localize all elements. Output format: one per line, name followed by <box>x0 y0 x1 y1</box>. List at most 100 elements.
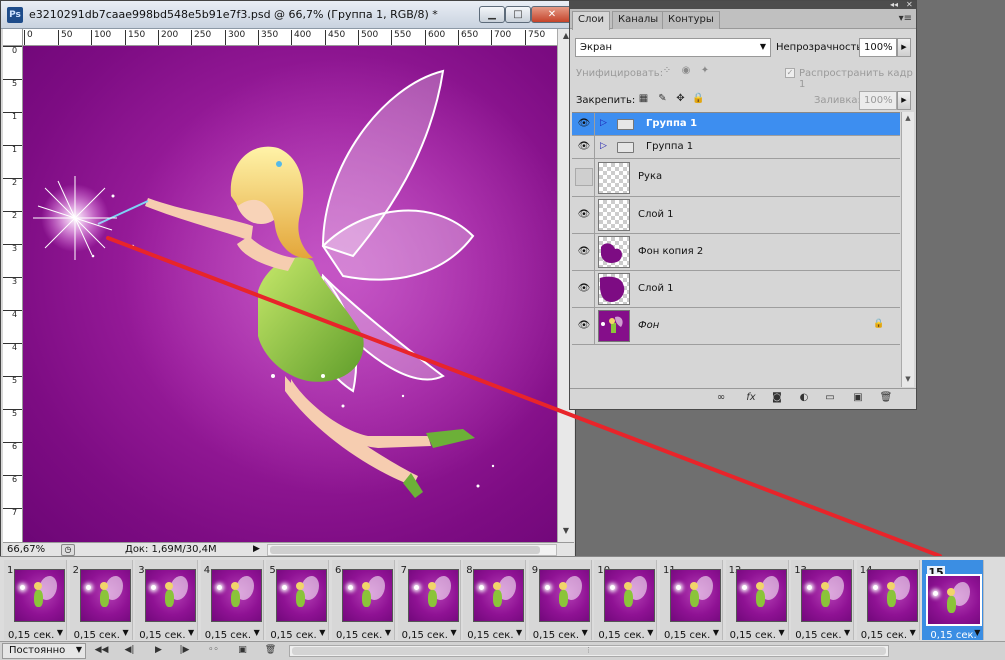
dress-shape <box>947 596 957 613</box>
dress-shape <box>362 590 371 607</box>
frame-thumbnail <box>604 569 656 622</box>
duplicate-frame-icon[interactable]: ▣ <box>234 643 251 659</box>
frame-thumbnail <box>210 569 262 622</box>
loop-options-select[interactable]: Постоянно ▼ <box>2 643 86 659</box>
delay-dropdown-icon[interactable]: ▼ <box>450 628 456 637</box>
frame-thumbnail <box>276 569 328 622</box>
scroll-grip-icon: ⋮ <box>585 646 592 654</box>
animation-frame[interactable]: 2 0,15 сек. ▼ <box>69 560 133 641</box>
delay-dropdown-icon[interactable]: ▼ <box>582 628 588 637</box>
frame-thumbnail <box>801 569 853 622</box>
sparkle-shape <box>741 585 747 590</box>
frame-delay[interactable]: 0,15 сек. <box>74 630 120 641</box>
dress-shape <box>230 590 240 607</box>
frame-number: 6 <box>335 565 342 576</box>
next-frame-icon[interactable]: |▶ <box>176 643 193 659</box>
hair-shape <box>558 582 567 590</box>
animation-panel: 1 0,15 сек. ▼ 2 0,15 сек. ▼ 3 0,15 сек. ▼ 4 0,15 с… <box>0 556 1005 660</box>
frame-delay[interactable]: 0,15 сек. <box>402 630 448 641</box>
previous-frame-icon[interactable]: ◀| <box>121 643 138 659</box>
delay-dropdown-icon[interactable]: ▼ <box>647 628 653 637</box>
play-icon[interactable]: ▶ <box>150 643 167 659</box>
delay-dropdown-icon[interactable]: ▼ <box>516 628 522 637</box>
frame-number: 4 <box>203 565 211 576</box>
delay-dropdown-icon[interactable]: ▼ <box>385 628 391 637</box>
hair-shape <box>362 582 370 590</box>
animation-frame[interactable]: 130,15 сек.▼ <box>791 560 855 641</box>
frame-delay[interactable]: 0,15 сек. <box>139 630 185 641</box>
delay-dropdown-icon[interactable]: ▼ <box>844 628 850 637</box>
animation-frame[interactable]: 6 0,15 сек. ▼ <box>332 560 395 641</box>
first-frame-icon[interactable]: ◀◀ <box>93 643 110 659</box>
delay-dropdown-icon[interactable]: ▼ <box>778 628 784 637</box>
animation-frame[interactable]: 5 0,15 сек. ▼ <box>266 560 330 641</box>
frame-delay[interactable]: 0,15 сек. <box>598 630 644 641</box>
frame-number: 8 <box>466 565 473 576</box>
sparkle-shape <box>544 585 550 590</box>
animation-frame[interactable]: 9 0,15 сек. ▼ <box>528 560 592 641</box>
hair-shape <box>886 582 895 590</box>
dress-shape <box>296 590 306 607</box>
animation-frame[interactable]: 1 0,15 сек. ▼ <box>4 560 67 641</box>
tween-icon[interactable]: ◦◦ <box>205 643 222 659</box>
frame-delay[interactable]: 0,15 сек. <box>730 630 776 641</box>
dress-shape <box>886 590 896 607</box>
dress-shape <box>99 590 109 607</box>
dress-shape <box>427 590 437 607</box>
sparkle-shape <box>413 585 419 590</box>
frame-thumbnail <box>538 569 590 622</box>
animation-frame[interactable]: 8 0,15 сек. ▼ <box>463 560 527 641</box>
animation-frame[interactable]: 7 0,15 сек. ▼ <box>397 560 461 641</box>
animation-frame[interactable]: 4 0,15 сек. ▼ <box>200 560 264 641</box>
animation-frame[interactable]: 100,15 сек.▼ <box>594 560 658 641</box>
animation-frame[interactable]: 120,15 сек.▼ <box>725 560 789 641</box>
delay-dropdown-icon[interactable]: ▼ <box>319 628 325 637</box>
hair-shape <box>427 582 436 590</box>
frame-delay[interactable]: 0,15 сек. <box>270 630 316 641</box>
chevron-down-icon: ▼ <box>75 645 82 654</box>
frame-delay[interactable]: 0,15 сек. <box>205 630 251 641</box>
delay-dropdown-icon[interactable]: ▼ <box>57 628 63 637</box>
frame-delay[interactable]: 0,15 сек. <box>533 630 579 641</box>
delete-frame-icon[interactable]: 🗑 <box>262 643 279 659</box>
frame-thumbnail <box>926 574 983 626</box>
animation-frame[interactable]: 140,15 сек.▼ <box>856 560 920 641</box>
frame-number: 9 <box>531 565 539 576</box>
animation-frame[interactable]: 15 0,15 сек. ▼ <box>922 560 985 641</box>
frame-delay[interactable]: 0,15 сек. <box>336 630 382 641</box>
dress-shape <box>624 590 634 607</box>
frame-delay[interactable]: 0,15 сек. <box>467 630 513 641</box>
frame-number: 1 <box>7 565 14 576</box>
frame-thumbnail <box>866 569 918 622</box>
hair-shape <box>34 582 42 590</box>
delay-dropdown-icon[interactable]: ▼ <box>974 628 980 637</box>
frame-delay[interactable]: 0,15 сек. <box>930 630 976 641</box>
dress-shape <box>493 590 503 607</box>
hair-shape <box>755 582 764 590</box>
hair-shape <box>99 582 108 590</box>
dress-shape <box>821 590 831 607</box>
animation-frame[interactable]: 110,15 сек.▼ <box>660 560 723 641</box>
animation-frame[interactable]: 3 0,15 сек. ▼ <box>135 560 199 641</box>
dress-shape <box>34 590 43 607</box>
dress-shape <box>165 590 175 607</box>
frame-delay[interactable]: 0,15 сек. <box>8 630 54 641</box>
delay-dropdown-icon[interactable]: ▼ <box>188 628 194 637</box>
sparkle-shape <box>676 585 681 590</box>
dress-shape <box>558 590 568 607</box>
frame-delay[interactable]: 0,15 сек. <box>861 630 907 641</box>
loop-value: Постоянно <box>9 645 66 656</box>
frame-number: 7 <box>400 565 407 576</box>
sparkle-shape <box>282 585 288 590</box>
frame-delay[interactable]: 0,15 сек. <box>664 630 710 641</box>
sparkle-shape <box>216 585 222 590</box>
delay-dropdown-icon[interactable]: ▼ <box>910 628 916 637</box>
frame-number: 2 <box>72 565 79 576</box>
frame-delay[interactable]: 0,15 сек. <box>795 630 841 641</box>
delay-dropdown-icon[interactable]: ▼ <box>713 628 719 637</box>
timeline-scrollbar[interactable]: ⋮ <box>289 645 889 657</box>
delay-dropdown-icon[interactable]: ▼ <box>122 628 128 637</box>
delay-dropdown-icon[interactable]: ▼ <box>254 628 260 637</box>
sparkle-shape <box>479 585 485 590</box>
frame-thumbnail <box>735 569 787 622</box>
